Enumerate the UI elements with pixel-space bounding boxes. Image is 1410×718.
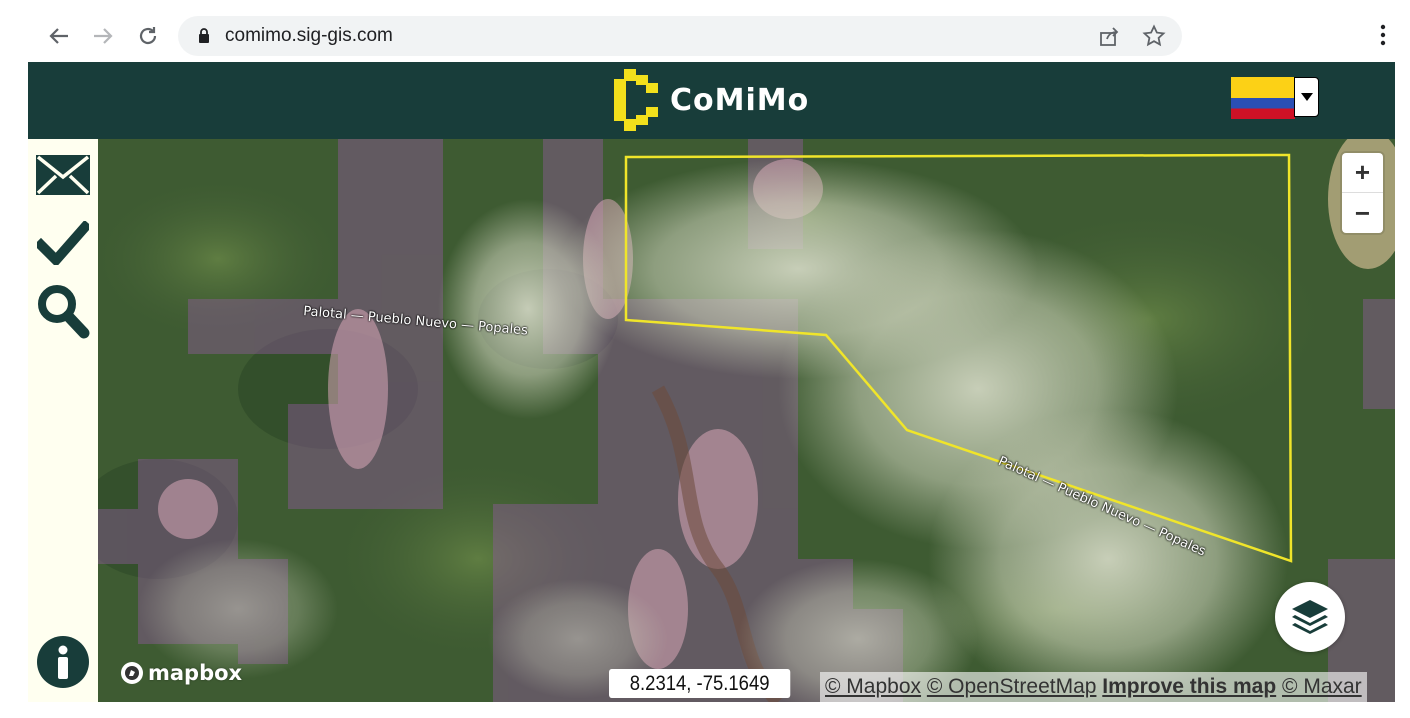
url-text: comimo.sig-gis.com <box>225 25 393 46</box>
maxar-attribution-link[interactable]: © Maxar <box>1282 675 1362 698</box>
zoom-in-button[interactable]: + <box>1342 153 1383 193</box>
mapbox-wordmark: mapbox <box>148 661 243 685</box>
layers-icon <box>1292 600 1328 634</box>
caret-down-icon <box>1300 93 1313 101</box>
info-icon <box>58 645 68 679</box>
map-attribution: © Mapbox © OpenStreetMap Improve this ma… <box>820 672 1367 702</box>
layers-button[interactable] <box>1275 582 1345 652</box>
colombia-flag-icon <box>1231 77 1295 119</box>
app-title: CoMiMo <box>670 82 810 118</box>
improve-map-link[interactable]: Improve this map <box>1102 675 1276 698</box>
mapbox-logo[interactable]: mapbox <box>120 661 242 685</box>
map-canvas[interactable]: Palotal — Pueblo Nuevo — Popales Palotal… <box>98 139 1395 702</box>
coordinates-readout: 8.2314, -75.1649 <box>609 669 791 698</box>
app-logo[interactable]: CoMiMo <box>614 69 809 131</box>
checkmark-icon <box>37 221 89 265</box>
address-bar[interactable]: comimo.sig-gis.com <box>178 16 1182 56</box>
search-icon <box>38 285 90 339</box>
sidebar <box>28 139 98 702</box>
osm-attribution-link[interactable]: © OpenStreetMap <box>927 675 1097 698</box>
arrow-right-icon <box>94 28 113 44</box>
language-dropdown-button[interactable] <box>1294 77 1319 117</box>
lock-icon <box>199 28 209 43</box>
arrow-left-icon <box>49 28 68 44</box>
mapbox-attribution-link[interactable]: © Mapbox <box>825 675 921 698</box>
sidebar-item-feedback[interactable] <box>33 145 93 205</box>
info-button[interactable] <box>37 636 89 688</box>
bookmark-star-icon[interactable] <box>1142 24 1166 48</box>
forward-button[interactable] <box>86 19 120 53</box>
browser-toolbar: comimo.sig-gis.com <box>0 0 1410 62</box>
reload-button[interactable] <box>131 19 165 53</box>
browser-menu-icon[interactable] <box>1380 24 1386 46</box>
zoom-out-button[interactable]: − <box>1342 193 1383 233</box>
sidebar-item-validate[interactable] <box>33 213 93 273</box>
share-icon[interactable] <box>1098 25 1120 47</box>
app-header: CoMiMo <box>28 62 1395 139</box>
sidebar-item-search[interactable] <box>33 281 93 341</box>
reload-icon <box>139 27 157 45</box>
language-select[interactable] <box>1231 75 1320 119</box>
envelope-icon <box>36 155 90 195</box>
comimo-logo-icon <box>614 69 658 131</box>
satellite-imagery <box>98 139 1395 702</box>
zoom-control: + − <box>1342 153 1383 233</box>
mapbox-logo-icon <box>121 662 143 684</box>
back-button[interactable] <box>42 19 76 53</box>
